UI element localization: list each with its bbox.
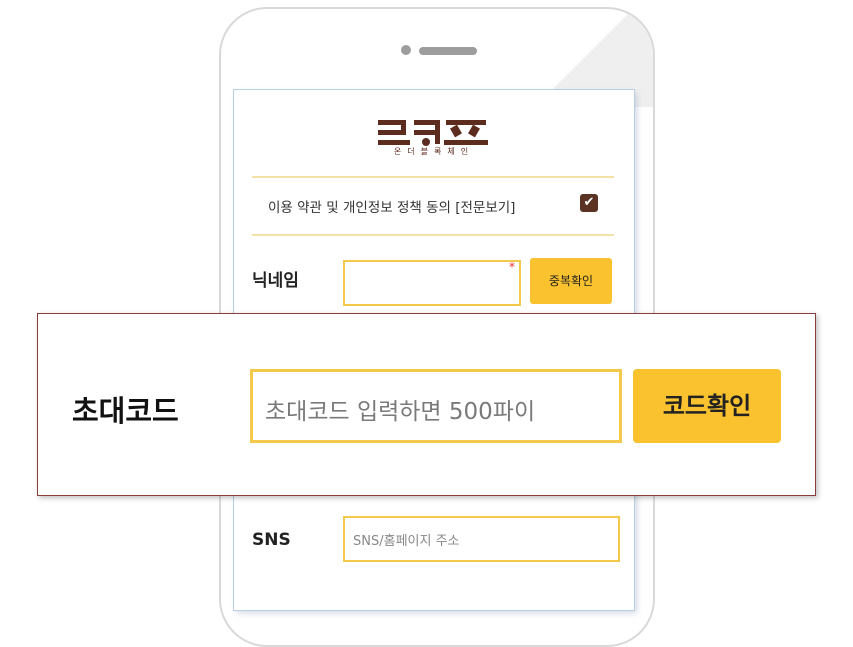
brand-logo: 온더블록체인 [376, 118, 492, 158]
logo-mark [378, 120, 488, 146]
logo-subtitle: 온더블록체인 [393, 147, 475, 156]
invite-code-zoom-panel: 초대코드 초대코드 입력하면 500파이 코드확인 [37, 313, 816, 496]
divider-top [252, 176, 614, 178]
invite-code-placeholder: 초대코드 입력하면 500파이 [265, 399, 536, 425]
required-mark: * [509, 260, 515, 274]
nickname-check-button[interactable]: 중복확인 [530, 258, 612, 304]
code-check-button[interactable]: 코드확인 [633, 369, 781, 443]
terms-label[interactable]: 이용 약관 및 개인정보 정책 동의 [전문보기] [268, 196, 515, 216]
sns-placeholder: SNS/홈페이지 주소 [353, 534, 460, 549]
divider-bottom [252, 234, 614, 236]
nickname-input[interactable]: * [343, 260, 521, 306]
invite-code-input[interactable]: 초대코드 입력하면 500파이 [250, 369, 622, 443]
sns-input[interactable]: SNS/홈페이지 주소 [343, 516, 620, 562]
nickname-label: 닉네임 [252, 271, 299, 291]
invite-code-label: 초대코드 [72, 394, 179, 428]
speaker-icon [419, 47, 477, 55]
terms-checkbox[interactable]: ✔ [580, 194, 598, 212]
sns-label: SNS [252, 530, 291, 550]
camera-icon [401, 45, 411, 55]
